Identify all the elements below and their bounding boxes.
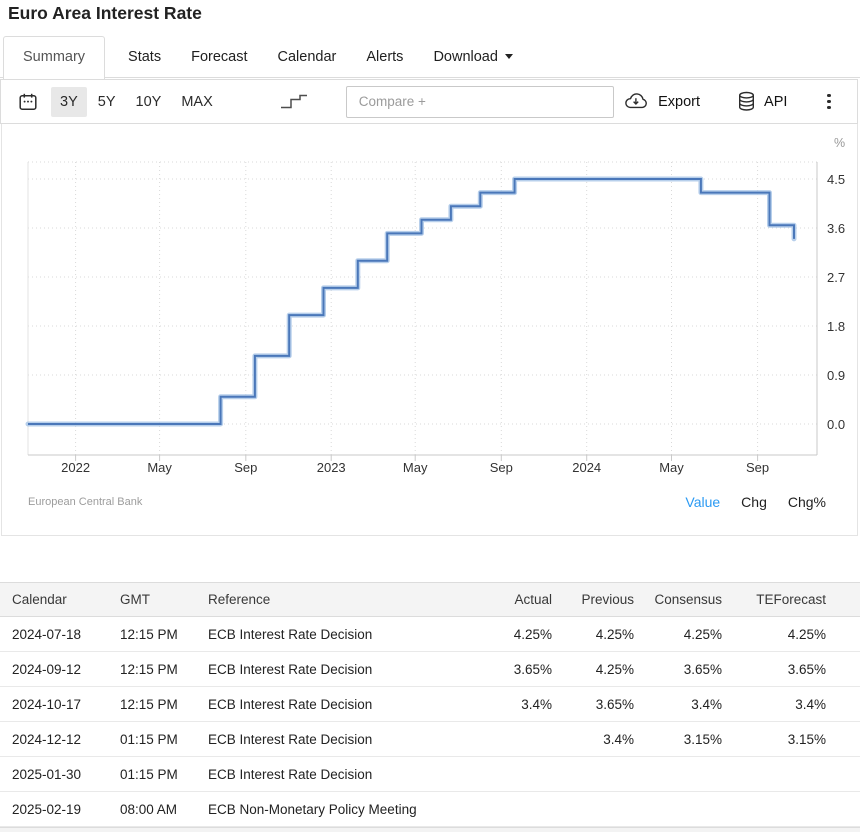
cell: 3.65% [458,662,552,677]
column-header-consensus: Consensus [634,592,722,607]
api-label: API [764,94,787,110]
tab-stats[interactable]: Stats [113,36,176,78]
cell: 01:15 PM [120,767,208,782]
tab-calendar[interactable]: Calendar [263,36,352,78]
cell: 12:15 PM [120,627,208,642]
cell: 4.25% [722,627,826,642]
cell: ECB Non-Monetary Policy Meeting [208,802,458,817]
cell: 4.25% [634,627,722,642]
range-buttons: 3Y5Y10YMAX [51,87,224,117]
cell: 2024-10-17 [0,697,120,712]
cell: 4.25% [552,627,634,642]
export-label: Export [658,94,700,110]
page-title: Euro Area Interest Rate [8,3,202,24]
kebab-menu-icon[interactable] [823,90,835,114]
y-tick-label: 4.5 [827,172,845,187]
cell: 12:15 PM [120,697,208,712]
cell: 3.65% [722,662,826,677]
chart-mode-links: Value Chg Chg% [685,494,826,510]
y-tick-label: 0.0 [827,417,845,432]
cloud-download-icon [623,92,650,111]
chart-panel: 0.0 0.9 1.8 2.7 3.6 4.5 2022 May Sep 2023 May Sep 20… [1,124,858,536]
cell: 4.25% [458,627,552,642]
tab-alerts[interactable]: Alerts [351,36,418,78]
next-section-header-partial [0,827,860,832]
column-header-gmt: GMT [120,592,208,607]
column-header-actual: Actual [458,592,552,607]
x-tick-label: May [147,460,172,475]
cell: 3.4% [634,697,722,712]
x-tick-label: Sep [746,460,769,475]
cell: 3.4% [552,732,634,747]
y-tick-label: 3.6 [827,221,845,236]
y-tick-label: 0.9 [827,368,845,383]
cell: 3.4% [458,697,552,712]
chevron-down-icon [505,54,513,59]
column-header-previous: Previous [552,592,634,607]
y-axis-unit-label: % [834,136,845,150]
cell: 2024-07-18 [0,627,120,642]
step-line-icon[interactable] [280,94,308,109]
cell: 2024-09-12 [0,662,120,677]
cell: ECB Interest Rate Decision [208,627,458,642]
x-tick-label: 2024 [572,460,601,475]
x-tick-label: 2023 [317,460,346,475]
chart-toolbar: 3Y5Y10YMAX Export API [0,79,858,124]
cell: 2025-01-30 [0,767,120,782]
table-row[interactable]: 2024-09-1212:15 PMECB Interest Rate Deci… [0,652,860,687]
cell: 2025-02-19 [0,802,120,817]
column-header-teforecast: TEForecast [722,592,826,607]
cell: 3.15% [722,732,826,747]
chart-source: European Central Bank [28,496,142,508]
cell: 3.65% [552,697,634,712]
table-row[interactable]: 2024-12-1201:15 PMECB Interest Rate Deci… [0,722,860,757]
x-tick-label: May [659,460,684,475]
chart-link-value[interactable]: Value [685,494,720,510]
cell: 12:15 PM [120,662,208,677]
table-header: CalendarGMTReferenceActualPreviousConsen… [0,582,860,617]
calendar-icon[interactable] [18,92,38,112]
cell: ECB Interest Rate Decision [208,662,458,677]
tab-bar: SummaryStatsForecastCalendarAlertsDownlo… [0,36,860,78]
cell: ECB Interest Rate Decision [208,767,458,782]
range-button-3y[interactable]: 3Y [51,87,87,117]
range-button-10y[interactable]: 10Y [127,87,171,117]
database-icon [737,91,756,112]
chart-link-chg[interactable]: Chg [741,494,767,510]
table-row[interactable]: 2024-10-1712:15 PMECB Interest Rate Deci… [0,687,860,722]
cell: ECB Interest Rate Decision [208,697,458,712]
tab-download[interactable]: Download [418,36,528,78]
table-row[interactable]: 2025-01-3001:15 PMECB Interest Rate Deci… [0,757,860,792]
x-tick-label: Sep [490,460,513,475]
step-line-series [28,179,794,424]
x-tick-label: 2022 [61,460,90,475]
export-button[interactable]: Export [623,92,700,111]
cell: 2024-12-12 [0,732,120,747]
table-row[interactable]: 2024-07-1812:15 PMECB Interest Rate Deci… [0,617,860,652]
cell: 4.25% [552,662,634,677]
step-line-halo [28,179,794,424]
tab-summary[interactable]: Summary [3,36,105,79]
y-tick-label: 2.7 [827,270,845,285]
range-button-5y[interactable]: 5Y [89,87,125,117]
table-row[interactable]: 2025-02-1908:00 AMECB Non-Monetary Polic… [0,792,860,827]
calendar-table: CalendarGMTReferenceActualPreviousConsen… [0,582,860,827]
cell: 3.15% [634,732,722,747]
cell: 08:00 AM [120,802,208,817]
api-button[interactable]: API [737,91,787,112]
cell: 3.4% [722,697,826,712]
rate-chart[interactable]: 0.0 0.9 1.8 2.7 3.6 4.5 2022 May Sep 2023 May Sep 20… [1,123,860,536]
cell: 3.65% [634,662,722,677]
x-tick-label: May [403,460,428,475]
x-tick-label: Sep [234,460,257,475]
cell: 01:15 PM [120,732,208,747]
cell: ECB Interest Rate Decision [208,732,458,747]
column-header-calendar: Calendar [0,592,120,607]
y-tick-label: 1.8 [827,319,845,334]
chart-link-chgpct[interactable]: Chg% [788,494,826,510]
tab-forecast[interactable]: Forecast [176,36,262,78]
compare-input[interactable] [346,86,614,118]
column-header-reference: Reference [208,592,458,607]
range-button-max[interactable]: MAX [172,87,221,117]
